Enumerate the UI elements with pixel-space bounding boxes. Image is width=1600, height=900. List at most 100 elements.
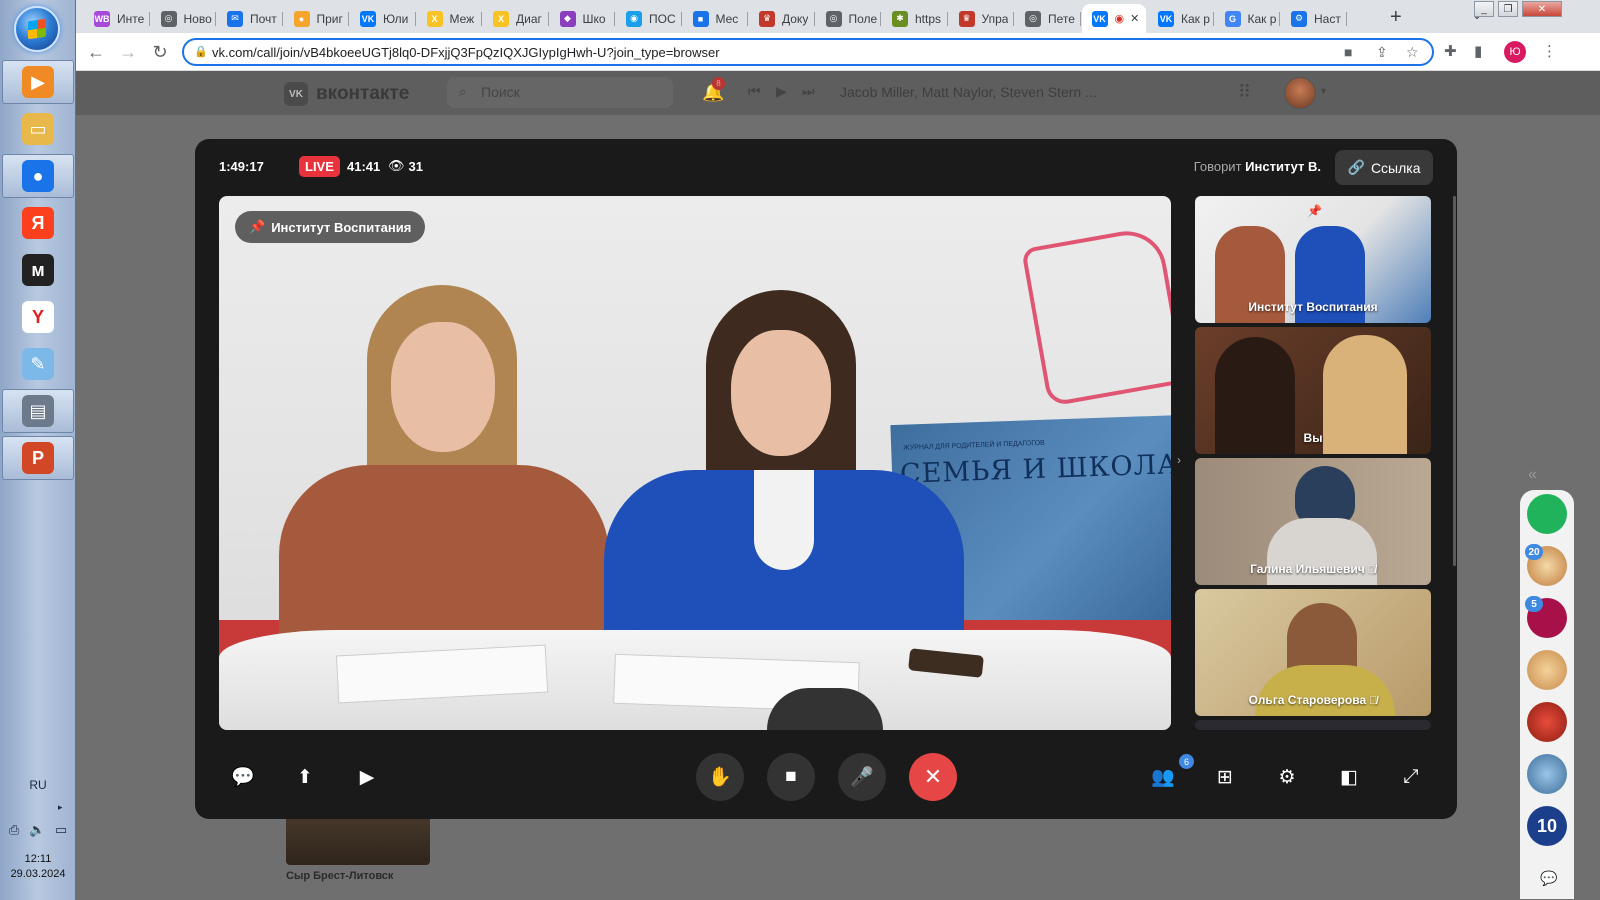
new-tab-button[interactable]: + (1390, 6, 1402, 29)
address-bar[interactable]: 🔒 vk.com/call/join/vB4bkoeeUGTj8lq0-DFxj… (182, 38, 1434, 66)
taskbar-app-yandex[interactable]: Я (2, 201, 74, 245)
share-icon[interactable]: ⇪ (1376, 44, 1388, 61)
previous-track-icon[interactable]: ⏮ (748, 83, 761, 100)
network-icon[interactable]: ⎙ (9, 822, 19, 838)
camera-button[interactable]: ■ (767, 753, 815, 801)
browser-tab-11[interactable]: ◎ Поле (816, 4, 881, 33)
record-icon[interactable]: ▶ (343, 753, 391, 801)
community-owl-icon[interactable]: 20 (1525, 544, 1567, 586)
pinned-participant-label[interactable]: 📌 Институт Воспитания (235, 211, 426, 243)
browser-tab-17[interactable]: G Как р (1215, 4, 1280, 33)
browser-tab-2[interactable]: ✉ Почт (217, 4, 282, 33)
taskbar-app-yandex-browser[interactable]: Y (2, 295, 74, 339)
taskbar-app-scanner[interactable]: ▤ (2, 389, 74, 433)
extensions-icon[interactable]: ✚ (1444, 42, 1457, 60)
active-speaker-name: Институт В. (1245, 159, 1321, 174)
browser-tab-18[interactable]: ⚙ Наст (1281, 4, 1346, 33)
minimize-button[interactable]: _ (1474, 1, 1494, 17)
fullscreen-icon[interactable]: ⤢ (1387, 753, 1435, 801)
volume-icon[interactable]: 🔈 (29, 822, 45, 838)
microphone-button[interactable]: 🎤 (838, 753, 886, 801)
raise-hand-button[interactable]: ✋ (696, 753, 744, 801)
bookmark-star-icon[interactable]: ☆ (1406, 44, 1419, 61)
channel-10-icon[interactable]: 10 (1527, 806, 1567, 846)
browser-tab-5[interactable]: Х Меж (417, 4, 482, 33)
browser-tab-12[interactable]: ✱ https (882, 4, 947, 33)
grid-layout-icon[interactable]: ⊞ (1201, 753, 1249, 801)
end-call-button[interactable]: ✕ (909, 753, 957, 801)
camera-in-use-icon[interactable]: ■ (1344, 44, 1352, 60)
start-button[interactable] (14, 6, 60, 52)
taskbar-app-media-player[interactable]: ▶ (2, 60, 74, 104)
participant-tile-0[interactable]: 📌 Институт Воспитания (1195, 196, 1431, 323)
forward-button[interactable]: → (116, 40, 140, 64)
language-indicator[interactable]: RU (0, 778, 76, 792)
rail-collapse-icon[interactable]: « (1528, 466, 1537, 484)
tray-expand-icon[interactable]: ▸ (58, 802, 63, 813)
copy-link-button[interactable]: 🔗 Ссылка (1335, 150, 1433, 185)
clock[interactable]: 12:11 29.03.2024 (0, 852, 76, 882)
participant-tile-1[interactable]: Вы (1195, 327, 1431, 454)
tab-favicon-icon: Х (426, 10, 443, 27)
browser-tab-7[interactable]: ◆ Шко (550, 4, 615, 33)
chevron-down-icon[interactable]: ▾ (1321, 86, 1326, 97)
contact-avatar-2[interactable] (1527, 702, 1567, 742)
main-video[interactable]: ЖУРНАЛ ДЛЯ РОДИТЕЛЕЙ И ПЕДАГОГОВ СЕМЬЯ И… (219, 196, 1171, 730)
browser-tab-8[interactable]: ◉ ПОС (616, 4, 681, 33)
chevron-right-icon[interactable]: › (1177, 453, 1181, 467)
browser-tab-1[interactable]: ◎ Ново (151, 4, 216, 33)
browser-tab-0[interactable]: WB Инте (84, 4, 149, 33)
browser-tab-16[interactable]: VK Как р (1148, 4, 1213, 33)
back-button[interactable]: ← (84, 40, 108, 64)
tab-title: Ново (183, 11, 212, 26)
vk-logo[interactable]: VK вконтакте (284, 82, 409, 106)
participant-tile-3[interactable]: Ольга Староверова 🎙̸ (1195, 589, 1431, 716)
background-feed-card-caption[interactable]: Сыр Брест-Литовск (286, 870, 393, 882)
browser-tab-6[interactable]: Х Диаг (483, 4, 548, 33)
close-tab-icon[interactable]: ✕ (1130, 12, 1139, 25)
taskbar-app-chrome[interactable]: ● (2, 154, 74, 198)
tab-favicon-icon: ● (293, 10, 310, 27)
chat-bubble-icon[interactable]: 💬 (1540, 870, 1557, 887)
participant-tile-2[interactable]: Галина Ильяшевич 🎙̸ (1195, 458, 1431, 585)
taskbar-app-file-explorer[interactable]: ▭ (2, 107, 74, 151)
participant-tile-4[interactable] (1195, 720, 1431, 730)
browser-menu-icon[interactable]: ⋮ (1542, 42, 1557, 60)
taskbar-app-yandex-music[interactable]: м (2, 248, 74, 292)
contact-avatar-1[interactable] (1527, 650, 1567, 690)
browser-tab-15[interactable]: VK ◉ ✕ (1081, 4, 1146, 33)
vk-search-input[interactable] (481, 84, 661, 100)
url-text[interactable]: vk.com/call/join/vB4bkoeeUGTj8lq0-DFxjjQ… (212, 45, 720, 60)
taskbar-app-paint[interactable]: ✎ (2, 342, 74, 386)
chat-icon[interactable]: 💬 (219, 753, 267, 801)
lock-icon[interactable]: 🔒 (194, 45, 208, 58)
picture-in-picture-icon[interactable]: ◧ (1325, 753, 1373, 801)
vk-user-avatar[interactable] (1284, 77, 1316, 109)
community-photo-icon[interactable]: 5 (1525, 596, 1567, 638)
browser-tab-4[interactable]: VK Юли (350, 4, 415, 33)
screen-share-icon[interactable]: ⬆ (281, 753, 329, 801)
browser-tab-10[interactable]: ♛ Доку (749, 4, 814, 33)
display-icon[interactable]: ▭ (55, 822, 67, 838)
vk-search[interactable]: ⌕ (447, 77, 673, 108)
browser-tab-9[interactable]: ■ Мес (683, 4, 748, 33)
taskbar-app-powerpoint[interactable]: P (2, 436, 74, 480)
close-window-button[interactable]: ✕ (1522, 1, 1562, 17)
contact-avatar-3[interactable] (1527, 754, 1567, 794)
side-panel-icon[interactable]: ▮ (1474, 42, 1482, 60)
browser-tab-14[interactable]: ◎ Пете (1015, 4, 1080, 33)
sidebar-scrollbar[interactable] (1453, 196, 1456, 566)
next-track-icon[interactable]: ⏭ (802, 83, 815, 100)
vk-logo-text: вконтакте (316, 83, 410, 104)
background-feed-card-image[interactable] (286, 811, 430, 865)
play-icon[interactable]: ▶ (776, 83, 787, 100)
settings-gear-icon[interactable]: ⚙ (1263, 753, 1311, 801)
browser-tab-13[interactable]: ♛ Упра (949, 4, 1014, 33)
restore-button[interactable]: ❐ (1498, 1, 1518, 17)
now-playing-text[interactable]: Jacob Miller, Matt Naylor, Steven Stern … (840, 84, 1097, 100)
whatsapp-widget-icon[interactable] (1527, 494, 1567, 534)
reload-button[interactable]: ↻ (148, 40, 172, 64)
profile-avatar[interactable]: Ю (1504, 41, 1526, 63)
apps-grid-icon[interactable]: ⠿ (1238, 82, 1251, 103)
browser-tab-3[interactable]: ● Приг (284, 4, 349, 33)
